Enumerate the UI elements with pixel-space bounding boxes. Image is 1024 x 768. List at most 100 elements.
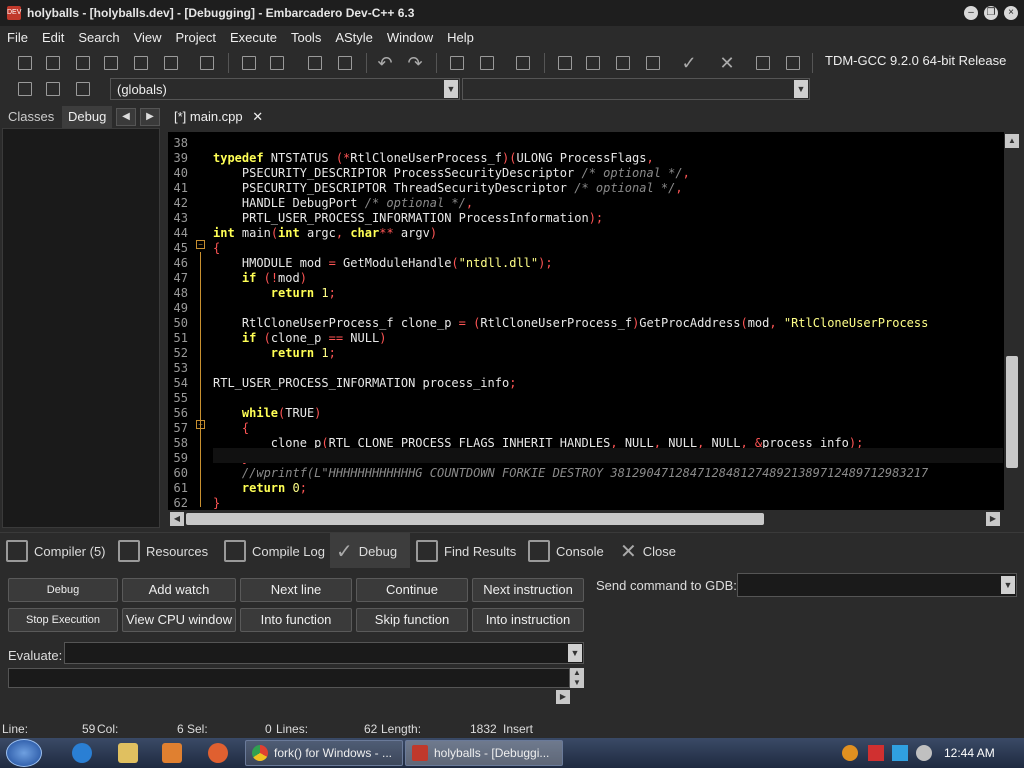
chevron-down-icon[interactable]: ▼ — [794, 80, 808, 98]
evaluate-horizontal-scrollbar[interactable]: ▶ — [8, 690, 570, 704]
file-explorer-icon[interactable] — [118, 743, 138, 763]
fold-toggle-icon[interactable]: − — [196, 420, 205, 429]
task-devcpp[interactable]: holyballs - [Debuggi... — [405, 740, 563, 766]
menu-execute[interactable]: Execute — [223, 30, 284, 45]
tab-debug-bottom[interactable]: ✓ Debug — [330, 533, 410, 569]
member-select[interactable]: ▼ — [462, 78, 810, 100]
save-all-icon[interactable] — [100, 52, 122, 74]
menu-search[interactable]: Search — [71, 30, 126, 45]
code-line[interactable]: } — [213, 496, 220, 510]
continue-button[interactable]: Continue — [356, 578, 468, 602]
insert-icon[interactable] — [14, 78, 36, 100]
chevron-down-icon[interactable]: ▼ — [568, 644, 582, 662]
media-player-icon[interactable] — [162, 743, 182, 763]
chevron-down-icon[interactable]: ▼ — [444, 80, 458, 98]
undo-icon[interactable]: ↶ — [374, 52, 396, 74]
evaluate-input[interactable]: ▼ — [64, 642, 584, 664]
replace-icon[interactable] — [266, 52, 288, 74]
add-watch-button[interactable]: Add watch — [122, 578, 236, 602]
restore-button[interactable]: ❐ — [984, 6, 998, 20]
find-icon[interactable] — [238, 52, 260, 74]
print-icon[interactable] — [196, 52, 218, 74]
indent-icon[interactable] — [334, 52, 356, 74]
next-line-button[interactable]: Next line — [240, 578, 352, 602]
tray-display-icon[interactable] — [892, 745, 908, 761]
code-line[interactable]: RtlCloneUserProcess_f clone_p = (RtlClon… — [213, 316, 928, 331]
compiler-select[interactable]: TDM-GCC 9.2.0 64-bit Release — [818, 50, 1018, 72]
code-line[interactable]: RTL_USER_PROCESS_INFORMATION process_inf… — [213, 376, 516, 391]
code-line[interactable]: { — [213, 421, 249, 436]
menu-window[interactable]: Window — [380, 30, 440, 45]
menu-file[interactable]: File — [0, 30, 35, 45]
scroll-left-icon[interactable]: ◀ — [170, 512, 184, 526]
tab-prev-icon[interactable]: ◀ — [116, 108, 136, 126]
stop-execution-button[interactable]: Stop Execution — [8, 608, 118, 632]
bookmark-icon[interactable] — [42, 78, 64, 100]
stop-icon[interactable]: ✕ — [716, 52, 738, 74]
goto-bookmark-icon[interactable] — [72, 78, 94, 100]
code-line[interactable]: HANDLE DebugPort /* optional */, — [213, 196, 473, 211]
open-file-icon[interactable] — [42, 52, 64, 74]
menu-tools[interactable]: Tools — [284, 30, 328, 45]
code-line[interactable]: if (!mod) — [213, 271, 307, 286]
editor-vertical-scrollbar[interactable]: ▲ — [1004, 132, 1020, 510]
gdb-command-input[interactable]: ▼ — [737, 573, 1017, 597]
scroll-right-icon[interactable]: ▶ — [986, 512, 1000, 526]
new-project-icon[interactable] — [446, 52, 468, 74]
code-line[interactable]: //wprintf(L"HHHHHHHHHHHHG COUNTDOWN FORK… — [213, 466, 928, 481]
tab-main-cpp[interactable]: [*] main.cpp ✕ — [168, 106, 269, 128]
code-line[interactable]: int main(int argc, char** argv) — [213, 226, 437, 241]
close-file-icon[interactable] — [130, 52, 152, 74]
compile-grid-icon[interactable] — [642, 52, 664, 74]
code-line[interactable]: { — [213, 241, 220, 256]
code-line[interactable]: return 1; — [213, 346, 336, 361]
code-line[interactable]: while(TRUE) — [213, 406, 322, 421]
menu-view[interactable]: View — [127, 30, 169, 45]
horizontal-scroll-thumb[interactable] — [186, 513, 764, 525]
code-line[interactable]: if (clone_p == NULL) — [213, 331, 387, 346]
close-window-button[interactable]: × — [1004, 6, 1018, 20]
menu-project[interactable]: Project — [169, 30, 223, 45]
check-syntax-icon[interactable]: ✓ — [678, 52, 700, 74]
scope-select[interactable]: (globals) ▼ — [110, 78, 460, 100]
tray-search-icon[interactable] — [842, 745, 858, 761]
debug-watch-pane[interactable] — [2, 128, 160, 528]
tab-debug[interactable]: Debug — [62, 106, 113, 128]
menu-help[interactable]: Help — [440, 30, 481, 45]
minimize-button[interactable]: – — [964, 6, 978, 20]
tab-classes[interactable]: Classes — [2, 106, 60, 128]
delete-profile-icon[interactable] — [782, 52, 804, 74]
redo-icon[interactable]: ↷ — [404, 52, 426, 74]
code-line[interactable]: return 0; — [213, 481, 307, 496]
tab-resources[interactable]: Resources — [112, 533, 218, 569]
fold-toggle-icon[interactable]: − — [196, 240, 205, 249]
close-tab-icon[interactable]: ✕ — [252, 109, 263, 124]
into-instruction-button[interactable]: Into instruction — [472, 608, 584, 632]
debug-button[interactable]: Debug — [8, 578, 118, 602]
close-panel-button[interactable]: ✕ Close — [614, 533, 694, 569]
view-cpu-window-button[interactable]: View CPU window — [122, 608, 236, 632]
code-line[interactable]: PSECURITY_DESCRIPTOR ProcessSecurityDesc… — [213, 166, 690, 181]
code-line[interactable]: PRTL_USER_PROCESS_INFORMATION ProcessInf… — [213, 211, 603, 226]
paint-icon[interactable] — [208, 743, 228, 763]
code-line[interactable]: HMODULE mod = GetModuleHandle("ntdll.dll… — [213, 256, 553, 271]
tab-compiler[interactable]: Compiler (5) — [0, 533, 112, 569]
new-file-icon[interactable] — [14, 52, 36, 74]
menu-astyle[interactable]: AStyle — [328, 30, 380, 45]
scroll-down-icon[interactable]: ▼ — [570, 678, 584, 688]
code-line[interactable]: typedef NTSTATUS (*RtlCloneUserProcess_f… — [213, 151, 654, 166]
window-icon[interactable] — [582, 52, 604, 74]
into-function-button[interactable]: Into function — [240, 608, 352, 632]
calc-icon[interactable] — [612, 52, 634, 74]
tab-find-results[interactable]: Find Results — [410, 533, 522, 569]
tray-volume-icon[interactable] — [916, 745, 932, 761]
save-icon[interactable] — [72, 52, 94, 74]
code-line[interactable]: return 1; — [213, 286, 336, 301]
tab-compile-log[interactable]: Compile Log — [218, 533, 330, 569]
tab-next-icon[interactable]: ▶ — [140, 108, 160, 126]
internet-explorer-icon[interactable] — [72, 743, 92, 763]
goto-line-icon[interactable] — [304, 52, 326, 74]
profile-chart-icon[interactable] — [752, 52, 774, 74]
code-line[interactable]: PSECURITY_DESCRIPTOR ThreadSecurityDescr… — [213, 181, 683, 196]
remove-project-icon[interactable] — [476, 52, 498, 74]
